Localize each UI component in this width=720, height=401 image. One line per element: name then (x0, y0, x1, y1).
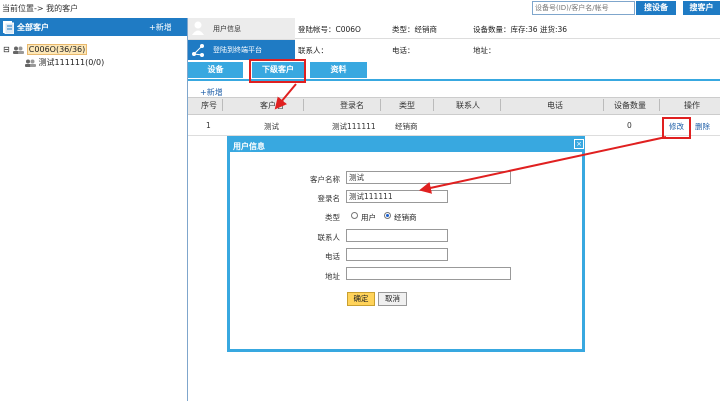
arrow-to-table (274, 83, 297, 110)
annotation-arrows (274, 83, 667, 194)
arrow-to-login-field (419, 136, 667, 194)
